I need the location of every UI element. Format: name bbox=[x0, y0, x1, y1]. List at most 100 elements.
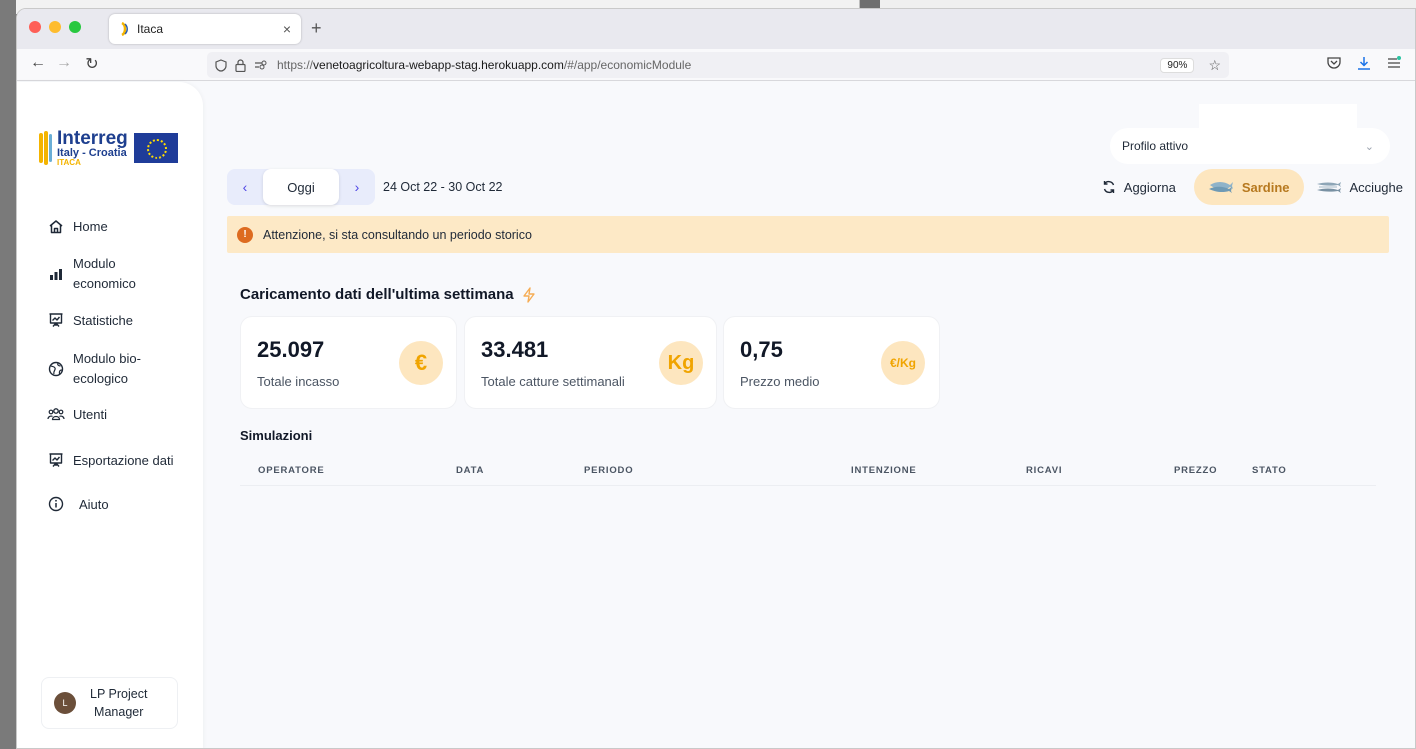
url-bar[interactable]: https://venetoagricoltura-webapp-stag.he… bbox=[207, 52, 1229, 78]
kilogram-icon: Kg bbox=[659, 341, 703, 385]
lightning-icon bbox=[522, 286, 535, 303]
column-header-operatore[interactable]: OPERATORE bbox=[258, 465, 325, 476]
column-header-intenzione[interactable]: INTENZIONE bbox=[851, 465, 917, 476]
forward-arrow-icon[interactable]: → bbox=[53, 54, 75, 72]
sidebar-item-esportazione-dati[interactable]: Esportazione dati bbox=[47, 451, 173, 469]
summary-title: Caricamento dati dell'ultima settimana bbox=[240, 286, 536, 303]
profile-label: Profilo attivo bbox=[1122, 139, 1189, 153]
previous-week-chevron-icon[interactable]: ‹ bbox=[227, 179, 263, 195]
summary-card-totale-incasso: 25.097 Totale incasso € bbox=[240, 316, 457, 409]
bar-chart-icon bbox=[47, 265, 65, 283]
summary-card-totale-catture: 33.481 Totale catture settimanali Kg bbox=[464, 316, 717, 409]
card-label: Prezzo medio bbox=[740, 374, 820, 389]
sidebar-item-label: economico bbox=[73, 276, 136, 291]
url-prefix: https:// bbox=[277, 58, 314, 72]
sidebar-item-label: Utenti bbox=[73, 406, 107, 422]
card-value: 25.097 bbox=[257, 337, 325, 362]
column-header-ricavi[interactable]: RICAVI bbox=[1026, 465, 1062, 476]
species-label: Sardine bbox=[1241, 179, 1290, 195]
back-arrow-icon[interactable]: ← bbox=[27, 54, 49, 72]
eu-label: EUROPEAN UNION bbox=[137, 156, 174, 161]
species-acciughe-button[interactable]: Acciughe bbox=[1316, 180, 1403, 195]
sidebar-item-label: Esportazione dati bbox=[73, 452, 174, 468]
users-icon bbox=[47, 405, 65, 423]
browser-tab[interactable]: Itaca × bbox=[109, 14, 301, 44]
header-actions: Aggiorna Sardine Acciughe bbox=[1102, 169, 1403, 205]
sidebar-item-statistiche[interactable]: Statistiche bbox=[47, 311, 133, 329]
close-window-button[interactable] bbox=[29, 21, 41, 33]
date-navigator: ‹ Oggi › bbox=[227, 169, 375, 205]
sidebar-item-label: Home bbox=[73, 218, 108, 234]
sidebar-item-utenti[interactable]: Utenti bbox=[47, 405, 107, 423]
sidebar-item-label: ecologico bbox=[73, 371, 128, 386]
app-menu-icon[interactable] bbox=[1387, 56, 1401, 69]
lock-icon[interactable] bbox=[235, 58, 246, 72]
sidebar-item-modulo-economico[interactable]: Modulo economico bbox=[47, 254, 136, 294]
refresh-icon bbox=[1103, 180, 1114, 194]
globe-icon bbox=[47, 360, 65, 378]
url-text[interactable]: https://venetoagricoltura-webapp-stag.he… bbox=[277, 58, 691, 72]
maximize-window-button[interactable] bbox=[69, 21, 81, 33]
minimize-window-button[interactable] bbox=[49, 21, 61, 33]
sidebar-item-label: Modulo bbox=[73, 256, 116, 271]
info-icon bbox=[47, 495, 65, 513]
species-label: Acciughe bbox=[1349, 179, 1403, 195]
summary-card-prezzo-medio: 0,75 Prezzo medio €/Kg bbox=[723, 316, 940, 409]
card-value: 33.481 bbox=[481, 337, 549, 362]
sidebar-item-aiuto[interactable]: Aiuto bbox=[47, 495, 109, 513]
euro-per-kg-icon: €/Kg bbox=[881, 341, 925, 385]
tab-title: Itaca bbox=[137, 22, 164, 36]
logo-brand: Interreg bbox=[57, 128, 128, 149]
shield-icon[interactable] bbox=[215, 58, 227, 72]
home-icon bbox=[47, 217, 65, 235]
simulations-title: Simulazioni bbox=[240, 428, 313, 443]
reload-icon[interactable]: ↻ bbox=[81, 54, 103, 74]
url-host: venetoagricoltura-webapp-stag.herokuapp.… bbox=[313, 58, 564, 72]
pocket-icon[interactable] bbox=[1327, 56, 1341, 69]
card-value: 0,75 bbox=[740, 337, 783, 362]
interreg-logo: Interreg Italy - Croatia ITACA bbox=[39, 128, 181, 168]
new-tab-button[interactable]: + bbox=[311, 18, 322, 39]
anchovy-fish-icon bbox=[1316, 182, 1341, 193]
user-name-line1: LP Project bbox=[90, 687, 148, 701]
itaca-favicon-icon bbox=[121, 22, 128, 36]
presentation-chart-icon bbox=[47, 311, 65, 329]
column-header-periodo[interactable]: PERIODO bbox=[584, 465, 633, 476]
window-controls bbox=[29, 21, 81, 33]
column-header-stato[interactable]: STATO bbox=[1252, 465, 1287, 476]
next-week-chevron-icon[interactable]: › bbox=[339, 179, 375, 195]
card-label: Totale catture settimanali bbox=[481, 374, 625, 389]
historical-period-alert: ! Attenzione, si sta consultando un peri… bbox=[227, 216, 1389, 253]
sidebar-item-modulo-bio-ecologico[interactable]: Modulo bio- ecologico bbox=[47, 349, 141, 389]
sidebar: Interreg Italy - Croatia ITACA EUROPEAN … bbox=[17, 82, 203, 748]
sidebar-item-home[interactable]: Home bbox=[47, 217, 108, 235]
desktop-background bbox=[0, 0, 16, 749]
sidebar-item-label: Modulo bio- bbox=[73, 351, 141, 366]
url-path: /#/app/economicModule bbox=[563, 58, 692, 72]
species-sardine-button[interactable]: Sardine bbox=[1193, 169, 1304, 205]
main-panel: Profilo attivo ⌄ ‹ Oggi › 24 Oct 22 - 30… bbox=[227, 82, 1403, 748]
column-header-data[interactable]: DATA bbox=[456, 465, 484, 476]
browser-window: Itaca × + ← → ↻ https://venetoagricoltur… bbox=[16, 8, 1416, 749]
sidebar-item-label: Aiuto bbox=[79, 496, 109, 512]
today-button[interactable]: Oggi bbox=[263, 169, 339, 205]
downloads-icon[interactable] bbox=[1357, 56, 1371, 70]
simulations-table-header: OPERATORE DATA PERIODO INTENZIONE RICAVI… bbox=[240, 454, 1376, 486]
app-content: Interreg Italy - Croatia ITACA EUROPEAN … bbox=[17, 82, 1415, 748]
euro-icon: € bbox=[399, 341, 443, 385]
tab-close-icon[interactable]: × bbox=[283, 21, 291, 37]
chevron-down-icon: ⌄ bbox=[1364, 140, 1374, 153]
column-header-prezzo[interactable]: PREZZO bbox=[1174, 465, 1217, 476]
refresh-label: Aggiorna bbox=[1123, 179, 1176, 195]
sidebar-item-label: Statistiche bbox=[73, 312, 133, 328]
bookmark-star-icon[interactable]: ☆ bbox=[1208, 57, 1221, 74]
alert-message: Attenzione, si sta consultando un period… bbox=[263, 227, 532, 242]
user-profile-button[interactable]: L LP Project Manager bbox=[41, 677, 178, 729]
logo-leaf-icon bbox=[39, 131, 53, 165]
permissions-icon[interactable] bbox=[254, 59, 267, 71]
refresh-button[interactable]: Aggiorna bbox=[1102, 180, 1176, 195]
card-label: Totale incasso bbox=[257, 374, 340, 389]
user-name-line2: Manager bbox=[94, 705, 144, 719]
zoom-level-badge[interactable]: 90% bbox=[1160, 57, 1195, 73]
tab-strip: Itaca × + bbox=[17, 9, 1415, 49]
